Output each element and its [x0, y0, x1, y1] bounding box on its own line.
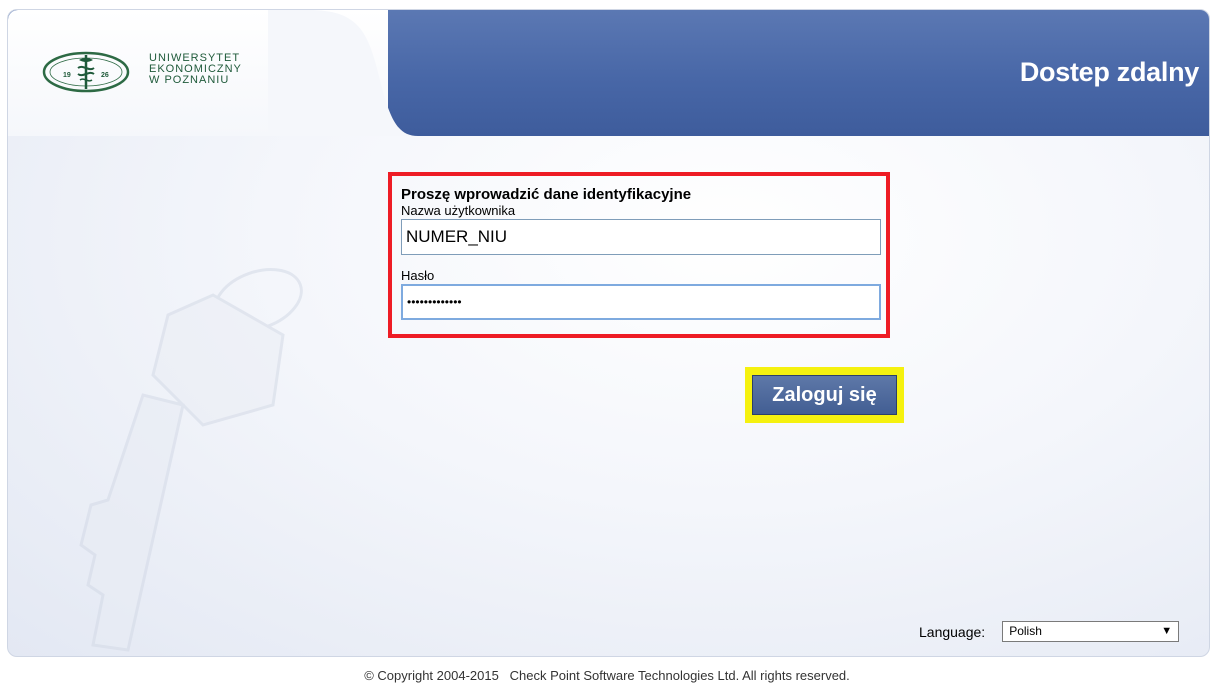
password-label: Hasło [401, 268, 435, 283]
language-selected-value: Polish [1009, 624, 1042, 638]
login-button-highlight: Zaloguj się [745, 367, 904, 423]
copyright-footer: © Copyright 2004-2015 Check Point Softwa… [364, 668, 850, 683]
header-curve-decoration [268, 10, 418, 136]
username-input[interactable] [401, 219, 881, 255]
login-button[interactable]: Zaloguj się [752, 375, 897, 415]
login-page: 19 26 UNIWERSYTET EKONOMICZNY W POZNANIU… [0, 0, 1214, 685]
language-row: Language: Polish ▼ [919, 621, 1180, 642]
language-select[interactable]: Polish ▼ [1002, 621, 1180, 642]
university-name: UNIWERSYTET EKONOMICZNY W POZNANIU [149, 53, 242, 86]
password-input[interactable] [401, 284, 881, 320]
key-watermark-icon [79, 268, 303, 652]
username-label: Nazwa użytkownika [401, 203, 516, 218]
university-emblem-icon: 19 26 [42, 51, 130, 93]
emblem-year-left: 19 [63, 72, 71, 79]
emblem-year-right: 26 [101, 72, 109, 79]
chevron-down-icon: ▼ [1161, 625, 1173, 637]
page-title: Dostep zdalny [1019, 57, 1199, 87]
university-name-line3: W POZNANIU [149, 74, 230, 86]
language-label: Language: [919, 623, 986, 640]
login-form-heading: Proszę wprowadzić dane identyfikacyjne [401, 186, 692, 203]
login-form: Proszę wprowadzić dane identyfikacyjne N… [388, 172, 890, 338]
